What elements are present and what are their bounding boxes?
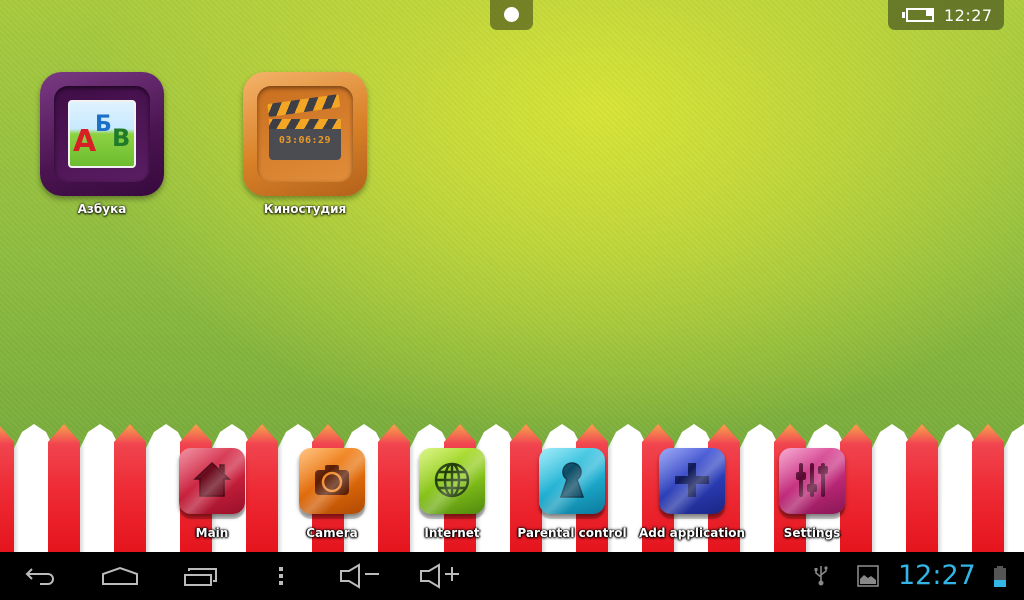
main-tile[interactable] (179, 448, 245, 514)
dock-item-main[interactable]: Main (152, 448, 272, 540)
home-outline-icon (102, 566, 138, 585)
app-label: Киностудия (263, 202, 347, 216)
app-azbuka[interactable]: А Б В Азбука (37, 72, 167, 216)
sliders-icon (796, 463, 828, 497)
kinostudiya-app-icon[interactable]: 03:06:29 (243, 72, 367, 196)
internet-tile[interactable] (419, 448, 485, 514)
dock-label: Main (195, 526, 229, 540)
letter-v: В (112, 124, 131, 152)
azbuka-app-icon[interactable]: А Б В (40, 72, 164, 196)
dock-label: Add application (639, 526, 745, 540)
volume-down-icon (340, 563, 379, 589)
clapperboard-icon: 03:06:29 (267, 94, 343, 162)
dock-label: Parental control (517, 526, 627, 540)
settings-tile[interactable] (779, 448, 845, 514)
recent-apps-icon (184, 568, 217, 586)
screenshot-notification[interactable] (856, 562, 880, 590)
dot-icon (504, 7, 519, 22)
app-kinostudiya[interactable]: 03:06:29 Киностудия (240, 72, 370, 216)
volume-up-button[interactable] (418, 562, 462, 590)
image-icon (857, 565, 879, 587)
abc-letters-icon: А Б В (68, 100, 136, 168)
dock-item-camera[interactable]: Camera (272, 448, 392, 540)
home-button[interactable] (100, 562, 140, 590)
camera-tile[interactable] (299, 448, 365, 514)
clock[interactable]: 12:27 (898, 560, 976, 591)
dock-item-add-application[interactable]: Add application (632, 448, 752, 540)
menu-button[interactable] (272, 562, 290, 590)
parental-control-tile[interactable] (539, 448, 605, 514)
dock-label: Internet (424, 526, 480, 540)
keyhole-icon (559, 462, 585, 498)
letter-a: А (73, 124, 97, 159)
home-screen: 12:27 А Б В Азбука 03:06:29 Киностудия M… (0, 0, 1024, 552)
usb-status (812, 562, 830, 590)
dock: Main Camera Internet Parental control Ad… (0, 448, 1024, 548)
plus-icon (675, 463, 709, 497)
battery-low-icon (902, 8, 934, 22)
home-icon (193, 461, 231, 497)
dock-label: Camera (306, 526, 358, 540)
add-application-tile[interactable] (659, 448, 725, 514)
back-icon (25, 568, 54, 585)
battery-icon (994, 566, 1006, 587)
letter-b: Б (95, 112, 112, 137)
app-label: Азбука (77, 202, 127, 216)
status-bar-top: 12:27 (888, 0, 1004, 30)
menu-dots-icon (279, 567, 283, 585)
app-drawer-handle[interactable] (490, 0, 533, 30)
dock-item-settings[interactable]: Settings (752, 448, 872, 540)
dock-item-internet[interactable]: Internet (392, 448, 512, 540)
globe-icon (434, 462, 470, 498)
recent-apps-button[interactable] (182, 562, 220, 590)
status-time: 12:27 (944, 5, 993, 25)
back-button[interactable] (22, 562, 60, 590)
volume-up-icon (420, 563, 459, 589)
camera-icon (315, 465, 349, 495)
system-nav-bar: 12:27 (0, 552, 1024, 600)
dock-label: Settings (783, 526, 841, 540)
volume-down-button[interactable] (338, 562, 382, 590)
dock-item-parental-control[interactable]: Parental control (512, 448, 632, 540)
usb-icon (814, 566, 828, 586)
timecode: 03:06:29 (269, 129, 341, 160)
